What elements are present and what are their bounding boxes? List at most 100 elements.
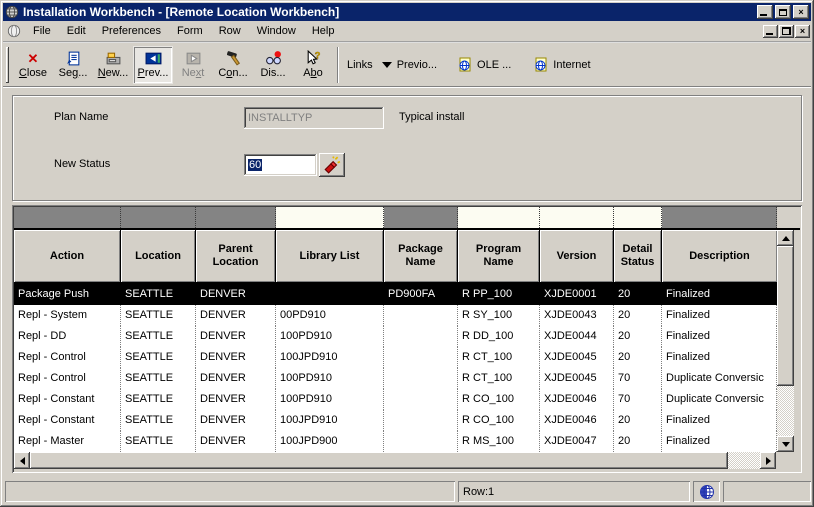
grid-cell[interactable]: SEATTLE	[121, 305, 196, 326]
table-row[interactable]: Repl - ConstantSEATTLEDENVER100PD910R CO…	[14, 389, 777, 410]
menu-help[interactable]: Help	[304, 23, 343, 39]
grid-cell[interactable]: 20	[614, 431, 662, 452]
scroll-up-button[interactable]	[777, 230, 794, 246]
grid-cell[interactable]: XJDE0046	[540, 389, 614, 410]
grid-cell[interactable]: R CT_100	[458, 347, 540, 368]
grid-cell[interactable]: 20	[614, 284, 662, 305]
grid-cell[interactable]: Finalized	[662, 347, 777, 368]
toolbar-grip[interactable]	[6, 47, 9, 83]
menu-preferences[interactable]: Preferences	[94, 23, 169, 39]
qbe-cell[interactable]	[662, 207, 777, 228]
display-button[interactable]: Dis...	[253, 46, 293, 84]
mdi-system-globe-icon[interactable]	[7, 24, 21, 38]
ole-button[interactable]: OLE ...	[451, 55, 517, 75]
menu-row[interactable]: Row	[211, 23, 249, 39]
minimize-button[interactable]	[757, 5, 773, 19]
grid-cell[interactable]: XJDE0044	[540, 326, 614, 347]
grid-cell[interactable]: XJDE0045	[540, 368, 614, 389]
grid-cell[interactable]: SEATTLE	[121, 368, 196, 389]
grid-cell[interactable]: DENVER	[196, 326, 276, 347]
grid-cell[interactable]	[384, 389, 458, 410]
grid-cell[interactable]: Package Push	[14, 284, 121, 305]
column-header[interactable]: Library List	[276, 230, 384, 282]
grid-cell[interactable]: 70	[614, 389, 662, 410]
qbe-cell[interactable]	[540, 207, 614, 228]
grid-cell[interactable]: 100JPD910	[276, 410, 384, 431]
column-header[interactable]: Program Name	[458, 230, 540, 282]
scroll-down-button[interactable]	[777, 436, 794, 452]
grid-cell[interactable]: Repl - Control	[14, 368, 121, 389]
vertical-scroll-track[interactable]	[777, 386, 794, 436]
grid-cell[interactable]: 100PD910	[276, 368, 384, 389]
grid-cell[interactable]: XJDE0046	[540, 410, 614, 431]
table-row[interactable]: Repl - ControlSEATTLEDENVER100PD910R CT_…	[14, 368, 777, 389]
vertical-scrollbar[interactable]	[777, 230, 794, 452]
about-button[interactable]: ? Abo	[293, 46, 333, 84]
grid-cell[interactable]: 100JPD910	[276, 347, 384, 368]
grid-cell[interactable]: Repl - Constant	[14, 410, 121, 431]
previous-button[interactable]: Prev...	[133, 46, 173, 84]
links-dropdown-icon[interactable]	[382, 62, 392, 68]
grid-cell[interactable]: Finalized	[662, 305, 777, 326]
table-row[interactable]: Package PushSEATTLEDENVERPD900FAR PP_100…	[14, 284, 777, 305]
menu-file[interactable]: File	[25, 23, 59, 39]
internet-button[interactable]: Internet	[527, 55, 596, 75]
grid-cell[interactable]: Duplicate Conversic	[662, 389, 777, 410]
grid-cell[interactable]: XJDE0001	[540, 284, 614, 305]
mdi-close-button[interactable]: ×	[795, 25, 810, 38]
grid-cell[interactable]: DENVER	[196, 347, 276, 368]
qbe-cell[interactable]	[196, 207, 276, 228]
grid-cell[interactable]: SEATTLE	[121, 326, 196, 347]
grid-cell[interactable]: XJDE0045	[540, 347, 614, 368]
grid-cell[interactable]: XJDE0043	[540, 305, 614, 326]
grid-cell[interactable]: SEATTLE	[121, 431, 196, 452]
grid-cell[interactable]: Finalized	[662, 431, 777, 452]
grid-cell[interactable]: DENVER	[196, 284, 276, 305]
grid-cell[interactable]: DENVER	[196, 431, 276, 452]
horizontal-scroll-thumb[interactable]	[30, 452, 728, 469]
grid-cell[interactable]: Repl - System	[14, 305, 121, 326]
links-selected-value[interactable]: Previo...	[397, 59, 437, 71]
grid-cell[interactable]: 00PD910	[276, 305, 384, 326]
grid-cell[interactable]: Duplicate Conversic	[662, 368, 777, 389]
table-row[interactable]: Repl - SystemSEATTLEDENVER00PD910 R SY_10…	[14, 305, 777, 326]
mdi-restore-button[interactable]	[779, 25, 794, 38]
grid-cell[interactable]: 20	[614, 326, 662, 347]
grid-cell[interactable]: Repl - Constant	[14, 389, 121, 410]
column-header[interactable]: Action	[14, 230, 121, 282]
grid-cell[interactable]: XJDE0047	[540, 431, 614, 452]
grid-cell[interactable]	[276, 284, 384, 305]
grid-cell[interactable]: R SY_100	[458, 305, 540, 326]
grid-cell[interactable]: 100PD910	[276, 389, 384, 410]
grid-cell[interactable]: DENVER	[196, 368, 276, 389]
grid-cell[interactable]: Repl - Master	[14, 431, 121, 452]
column-header[interactable]: Description	[662, 230, 777, 282]
column-header[interactable]: Version	[540, 230, 614, 282]
grid-cell[interactable]: SEATTLE	[121, 284, 196, 305]
grid-cell[interactable]: 100PD910	[276, 326, 384, 347]
grid-cell[interactable]: 20	[614, 347, 662, 368]
close-button[interactable]: ✕ Close	[13, 46, 53, 84]
menu-edit[interactable]: Edit	[59, 23, 94, 39]
grid-cell[interactable]	[384, 431, 458, 452]
table-row[interactable]: Repl - ControlSEATTLEDENVER100JPD910R CT…	[14, 347, 777, 368]
grid-cell[interactable]: 20	[614, 305, 662, 326]
grid-cell[interactable]: R CO_100	[458, 410, 540, 431]
menu-window[interactable]: Window	[249, 23, 304, 39]
close-window-button[interactable]: ×	[793, 5, 809, 19]
column-header[interactable]: Parent Location	[196, 230, 276, 282]
title-bar[interactable]: Installation Workbench - [Remote Locatio…	[3, 3, 811, 21]
grid-cell[interactable]	[384, 410, 458, 431]
grid-cell[interactable]: R CO_100	[458, 389, 540, 410]
grid-cell[interactable]: DENVER	[196, 410, 276, 431]
grid-cell[interactable]	[384, 347, 458, 368]
grid-cell[interactable]: DENVER	[196, 305, 276, 326]
search-flashlight-button[interactable]	[319, 153, 345, 177]
qbe-cell[interactable]	[14, 207, 121, 228]
qbe-cell[interactable]	[121, 207, 196, 228]
new-status-field[interactable]: 60	[244, 154, 317, 176]
vertical-scroll-thumb[interactable]	[777, 246, 794, 386]
table-row[interactable]: Repl - DDSEATTLEDENVER100PD910R DD_100XJ…	[14, 326, 777, 347]
grid-cell[interactable]: Finalized	[662, 284, 777, 305]
scroll-left-button[interactable]	[14, 452, 30, 469]
